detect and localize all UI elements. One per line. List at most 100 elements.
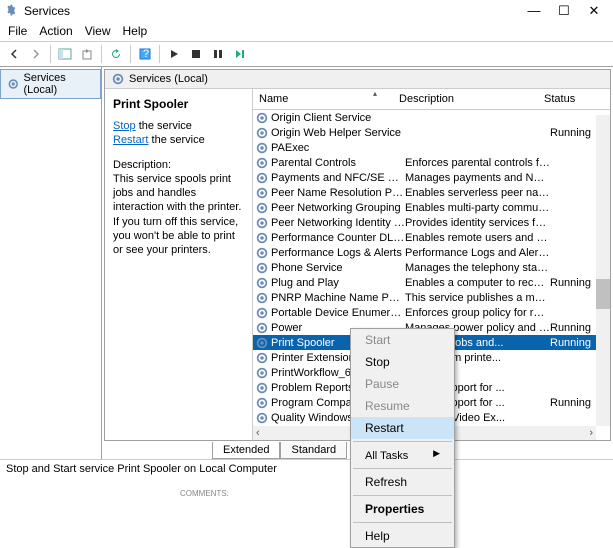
service-name: Portable Device Enumerator... (271, 307, 405, 319)
vertical-scrollbar[interactable] (596, 115, 610, 426)
toolbar: ? (0, 42, 613, 67)
refresh-button[interactable] (106, 44, 126, 64)
menu-bar: File Action View Help (0, 22, 613, 42)
toolbar-separator (101, 45, 102, 63)
cm-properties[interactable]: Properties (351, 498, 454, 520)
menu-help[interactable]: Help (123, 24, 148, 38)
start-service-button[interactable] (164, 44, 184, 64)
window-title: Services (24, 4, 519, 18)
menu-file[interactable]: File (8, 24, 27, 38)
service-name: Peer Networking Identity M... (271, 217, 405, 229)
service-row[interactable]: Plug and PlayEnables a computer to recog… (253, 275, 610, 290)
restart-suffix: the service (148, 134, 204, 146)
cm-refresh[interactable]: Refresh (351, 471, 454, 493)
service-row[interactable]: Peer Networking GroupingEnables multi-pa… (253, 200, 610, 215)
title-bar: Services — ☐ ✕ (0, 0, 613, 22)
nav-label: Services (Local) (24, 72, 94, 96)
toolbar-separator (50, 45, 51, 63)
close-button[interactable]: ✕ (579, 1, 609, 21)
service-detail-pane: Print Spooler Stop the service Restart t… (105, 89, 253, 440)
workspace: Services (Local) Services (Local) Print … (0, 67, 613, 459)
restart-link[interactable]: Restart (113, 134, 148, 146)
service-actions: Stop the service Restart the service (113, 119, 244, 148)
menu-view[interactable]: View (85, 24, 111, 38)
service-name: PNRP Machine Name Publi... (271, 292, 405, 304)
service-row[interactable]: PNRP Machine Name Publi...This service p… (253, 290, 610, 305)
cm-resume: Resume (351, 395, 454, 417)
scroll-thumb[interactable] (596, 279, 610, 309)
cm-separator (353, 468, 452, 469)
tab-standard[interactable]: Standard (280, 442, 347, 459)
service-desc: Performance Logs and Alerts Col... (405, 247, 550, 259)
services-app-icon (4, 4, 18, 18)
status-bar: Stop and Start service Print Spooler on … (0, 459, 613, 478)
tab-extended[interactable]: Extended (212, 442, 280, 459)
service-desc: Enforces parental controls for chi... (405, 157, 550, 169)
service-name: Phone Service (271, 262, 405, 274)
service-name: Origin Client Service (271, 112, 405, 124)
service-desc: This service publishes a machine ... (405, 292, 550, 304)
stop-service-button[interactable] (186, 44, 206, 64)
cm-restart[interactable]: Restart (351, 417, 454, 439)
service-name: Payments and NFC/SE Man... (271, 172, 405, 184)
service-desc: Enables multi-party communicat... (405, 202, 550, 214)
service-row[interactable]: Performance Logs & AlertsPerformance Log… (253, 245, 610, 260)
service-desc: Enforces group policy for remov... (405, 307, 550, 319)
maximize-button[interactable]: ☐ (549, 1, 579, 21)
service-row[interactable]: Payments and NFC/SE Man...Manages paymen… (253, 170, 610, 185)
help-button[interactable]: ? (135, 44, 155, 64)
service-row[interactable]: Peer Networking Identity M...Provides id… (253, 215, 610, 230)
service-desc: Enables serverless peer name res... (405, 187, 550, 199)
navigation-tree: Services (Local) (0, 67, 102, 459)
service-desc: Enables a computer to recognize ... (405, 277, 550, 289)
service-row[interactable]: Peer Name Resolution Prot...Enables serv… (253, 185, 610, 200)
service-row[interactable]: Origin Web Helper ServiceRunning (253, 125, 610, 140)
service-name: PAExec (271, 142, 405, 154)
toolbar-separator (159, 45, 160, 63)
nav-services-local[interactable]: Services (Local) (0, 69, 101, 99)
col-status[interactable]: Status (544, 93, 604, 105)
stop-link[interactable]: Stop (113, 120, 136, 132)
service-name: Origin Web Helper Service (271, 127, 405, 139)
scroll-right-icon[interactable]: › (586, 427, 596, 439)
svg-text:?: ? (143, 48, 149, 60)
forward-button[interactable] (26, 44, 46, 64)
cm-start: Start (351, 329, 454, 351)
service-desc: Enables remote users and 64-bit ... (405, 232, 550, 244)
service-name: Peer Name Resolution Prot... (271, 187, 405, 199)
service-row[interactable]: Performance Counter DLL ...Enables remot… (253, 230, 610, 245)
service-row[interactable]: Portable Device Enumerator...Enforces gr… (253, 305, 610, 320)
menu-action[interactable]: Action (39, 24, 72, 38)
cm-pause: Pause (351, 373, 454, 395)
service-name: Plug and Play (271, 277, 405, 289)
service-description: Description: This service spools print j… (113, 158, 244, 258)
service-row[interactable]: PAExec (253, 140, 610, 155)
service-name: Parental Controls (271, 157, 405, 169)
submenu-arrow-icon: ▶ (433, 448, 440, 459)
sort-indicator-icon: ▴ (373, 89, 377, 101)
service-row[interactable]: Origin Client Service (253, 110, 610, 125)
col-description[interactable]: Description (399, 93, 544, 105)
restart-service-button[interactable] (230, 44, 250, 64)
cm-stop[interactable]: Stop (351, 351, 454, 373)
back-button[interactable] (4, 44, 24, 64)
cm-help[interactable]: Help (351, 525, 454, 547)
export-button[interactable] (77, 44, 97, 64)
selected-service-title: Print Spooler (113, 97, 244, 111)
service-name: Performance Counter DLL ... (271, 232, 405, 244)
toolbar-separator (130, 45, 131, 63)
show-hide-tree-button[interactable] (55, 44, 75, 64)
service-row[interactable]: Parental ControlsEnforces parental contr… (253, 155, 610, 170)
stop-suffix: the service (136, 120, 192, 132)
card-header: Services (Local) (105, 70, 610, 89)
cm-all-tasks-label: All Tasks (365, 450, 408, 462)
description-text: This service spools print jobs and handl… (113, 173, 241, 256)
pause-service-button[interactable] (208, 44, 228, 64)
service-desc: Manages payments and Near Fiel... (405, 172, 550, 184)
cm-all-tasks[interactable]: All Tasks ▶ (351, 444, 454, 466)
description-label: Description: (113, 159, 171, 171)
scroll-left-icon[interactable]: ‹ (253, 427, 263, 439)
minimize-button[interactable]: — (519, 1, 549, 21)
service-row[interactable]: Phone ServiceManages the telephony state… (253, 260, 610, 275)
comments-label: COMMENTS: (180, 489, 229, 498)
